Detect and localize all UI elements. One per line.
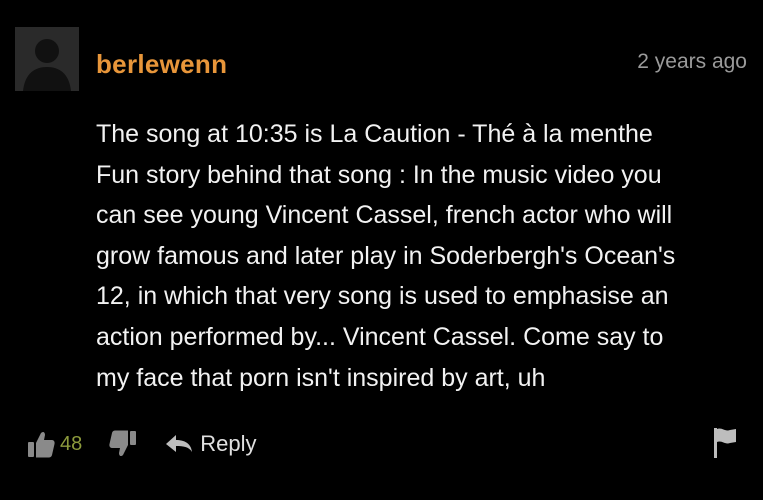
reply-label: Reply bbox=[200, 431, 257, 456]
comment-text: The song at 10:35 is La Caution - Thé à … bbox=[96, 120, 676, 392]
thumbs-up-icon[interactable] bbox=[26, 429, 56, 459]
comment-timestamp: 2 years ago bbox=[637, 50, 747, 73]
avatar[interactable] bbox=[15, 27, 79, 91]
user-silhouette-icon bbox=[15, 27, 79, 91]
reply-button[interactable]: Reply bbox=[164, 431, 257, 457]
thumbs-down-icon[interactable] bbox=[108, 429, 138, 459]
comment-username[interactable]: berlewenn bbox=[96, 49, 227, 80]
flag-icon[interactable] bbox=[712, 426, 738, 460]
like-count: 48 bbox=[60, 432, 83, 455]
comment-actions: 48 Reply bbox=[26, 424, 257, 464]
reply-arrow-icon bbox=[164, 432, 194, 456]
